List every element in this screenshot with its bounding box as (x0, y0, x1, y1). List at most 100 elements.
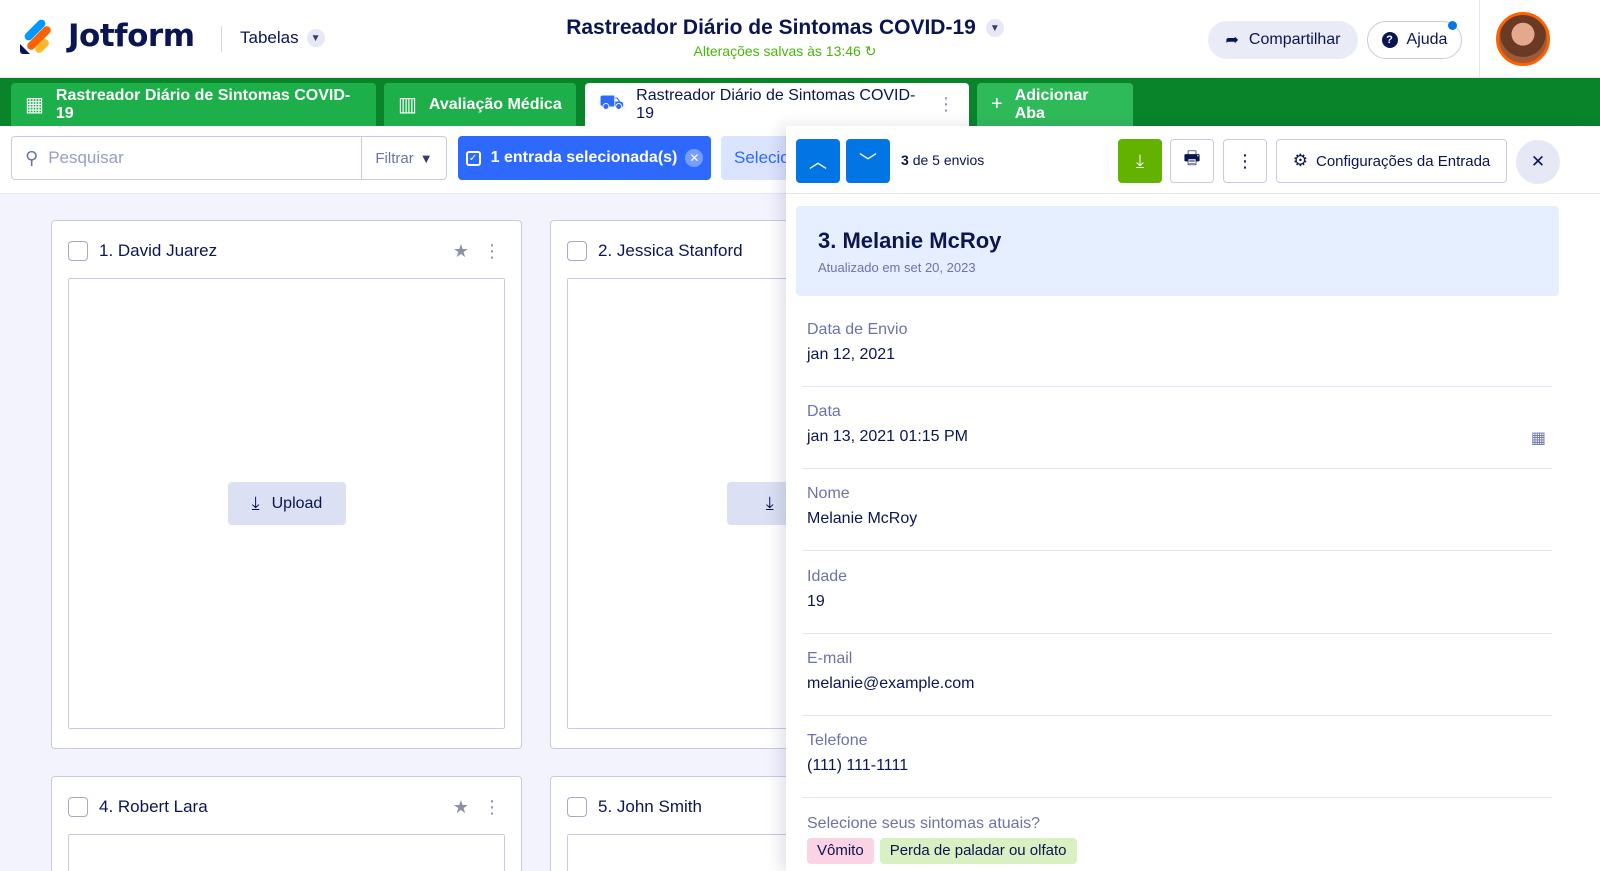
plus-icon: + (991, 93, 1003, 115)
symptom-tags: Vômito Perda de paladar ou olfato (807, 838, 1083, 864)
selected-entries-pill[interactable]: ✓ 1 entrada selecionada(s) ✕ (458, 136, 711, 180)
field-submission-date[interactable]: Data de Envio jan 12, 2021 (802, 304, 1552, 387)
field-email[interactable]: E-mail melanie@example.com (802, 633, 1552, 716)
download-icon: ⤓ (1136, 150, 1144, 171)
field-label: Selecione seus sintomas atuais? (807, 815, 1041, 832)
card-title: 2. Jessica Stanford (598, 241, 743, 260)
calendar-icon[interactable]: ▦ (1531, 428, 1546, 448)
next-entry-button[interactable]: ﹀ (846, 139, 890, 183)
card-checkbox[interactable] (567, 241, 587, 261)
field-label: Data de Envio (807, 321, 908, 338)
help-button[interactable]: ? Ajuda (1367, 21, 1462, 59)
card-upload-area: ⤓ Upload (68, 278, 505, 729)
share-button-label: Compartilhar (1248, 31, 1341, 48)
card-upload-area (68, 834, 505, 871)
card-title: 5. John Smith (598, 797, 702, 816)
entry-position-current: 3 (901, 152, 909, 168)
close-panel-button[interactable]: ✕ (1516, 140, 1560, 184)
search-input[interactable] (48, 148, 339, 168)
star-icon[interactable]: ★ (453, 797, 469, 818)
more-vertical-icon: ⋮ (1236, 150, 1254, 171)
notification-dot (1448, 21, 1457, 30)
field-value: jan 13, 2021 01:15 PM (807, 428, 969, 445)
card-actions: ★ ⋮ (453, 797, 501, 818)
upload-folder-icon: ⛟ (599, 92, 625, 114)
checkbox-checked-icon: ✓ (465, 150, 481, 166)
entry-position: 3 de 5 envios (901, 152, 984, 168)
upload-button[interactable]: ⤓ Upload (228, 482, 346, 525)
entry-name: 3. Melanie McRoy (818, 228, 1002, 253)
add-tab-button[interactable]: + Adicionar Aba (977, 83, 1133, 126)
entry-settings-button[interactable]: ⚙ Configurações da Entrada (1276, 139, 1507, 183)
card-title: 1. David Juarez (99, 241, 218, 260)
field-age[interactable]: Idade 19 (802, 551, 1552, 634)
tab-label: Avaliação Médica (428, 95, 562, 113)
field-name[interactable]: Nome Melanie McRoy (802, 468, 1552, 551)
card-title: 4. Robert Lara (99, 797, 208, 816)
filter-button[interactable]: Filtrar ▼ (361, 137, 446, 179)
star-icon[interactable]: ★ (453, 241, 469, 262)
chevron-down-icon[interactable]: ▼ (985, 19, 1004, 37)
field-label: Idade (807, 568, 848, 585)
share-button[interactable]: ➦ Compartilhar (1208, 21, 1358, 59)
field-label: Telefone (807, 732, 868, 749)
card-checkbox[interactable] (68, 241, 88, 261)
tab-label: Rastreador Diário de Sintomas COVID-19 (55, 86, 351, 122)
more-vertical-icon[interactable]: ⋮ (937, 94, 955, 115)
funnel-icon: ▼ (419, 150, 433, 166)
field-value: 19 (807, 593, 825, 610)
previous-entry-button[interactable]: ︿ (796, 139, 840, 183)
more-vertical-icon[interactable]: ⋮ (483, 797, 501, 818)
field-symptoms[interactable]: Selecione seus sintomas atuais? Vômito P… (802, 798, 1552, 871)
close-icon: ✕ (1530, 152, 1546, 171)
grid-icon: ▦ (25, 94, 44, 116)
field-date[interactable]: Data jan 13, 2021 01:15 PM ▦ (802, 386, 1552, 469)
tab-table[interactable]: ▦ Rastreador Diário de Sintomas COVID-19 (11, 83, 376, 126)
tab-label: Rastreador Diário de Sintomas COVID-19 (636, 86, 916, 122)
entry-updated: Atualizado em set 20, 2023 (818, 260, 976, 275)
clear-selection-icon[interactable]: ✕ (685, 149, 704, 167)
card-actions: ★ ⋮ (453, 241, 501, 262)
more-vertical-icon[interactable]: ⋮ (483, 241, 501, 262)
save-status-text: Alterações salvas às 13:46 (693, 43, 861, 59)
field-value: Melanie McRoy (807, 510, 918, 527)
tab-uploads-active[interactable]: ⛟ Rastreador Diário de Sintomas COVID-19… (585, 83, 969, 126)
entry-card[interactable]: 4. Robert Lara ★ ⋮ (51, 776, 522, 871)
entry-card[interactable]: 1. David Juarez ★ ⋮ ⤓ Upload (51, 220, 522, 749)
print-button[interactable]: 🖶 (1170, 139, 1214, 183)
help-button-label: Ajuda (1406, 31, 1448, 48)
question-icon: ? (1381, 32, 1398, 48)
more-options-button[interactable]: ⋮ (1223, 139, 1267, 183)
download-arrow-icon: ⤓ (251, 493, 260, 513)
select-all-label: Selecio (734, 148, 790, 167)
tab-report[interactable]: ▥ Avaliação Médica (384, 83, 576, 126)
search-icon: ⚲ (25, 147, 39, 168)
user-avatar[interactable] (1496, 12, 1550, 66)
field-label: Nome (807, 485, 850, 502)
selected-entries-label: 1 entrada selecionada(s) (490, 149, 678, 166)
symptom-tag: Perda de paladar ou olfato (879, 838, 1077, 864)
entry-settings-label: Configurações da Entrada (1315, 152, 1491, 170)
symptom-tag: Vômito (807, 838, 874, 864)
card-checkbox[interactable] (567, 797, 587, 817)
chevron-down-icon: ﹀ (859, 152, 877, 172)
refresh-icon: ↻ (864, 43, 877, 59)
document-title[interactable]: Rastreador Diário de Sintomas COVID-19 ▼ (566, 16, 1004, 40)
document-title-text: Rastreador Diário de Sintomas COVID-19 (566, 16, 976, 39)
panel-toolbar: ︿ ﹀ 3 de 5 envios ⤓ 🖶 ⋮ ⚙ Configurações … (786, 126, 1600, 194)
header-separator (1479, 0, 1480, 78)
field-phone[interactable]: Telefone (111) 111-1111 (802, 715, 1552, 798)
download-button[interactable]: ⤓ (1118, 139, 1162, 183)
share-arrow-icon: ➦ (1225, 32, 1239, 49)
card-header: 1. David Juarez (68, 241, 217, 261)
field-value: melanie@example.com (807, 675, 975, 692)
gear-icon: ⚙ (1292, 151, 1308, 170)
chart-icon: ▥ (398, 94, 417, 116)
filter-label: Filtrar (375, 149, 414, 167)
card-checkbox[interactable] (68, 797, 88, 817)
entry-header: 3. Melanie McRoy Atualizado em set 20, 2… (796, 206, 1559, 296)
printer-icon: 🖶 (1183, 148, 1201, 168)
field-value: (111) 111-1111 (807, 757, 909, 774)
card-header: 5. John Smith (567, 797, 702, 817)
entry-position-total: de 5 envios (912, 152, 985, 168)
